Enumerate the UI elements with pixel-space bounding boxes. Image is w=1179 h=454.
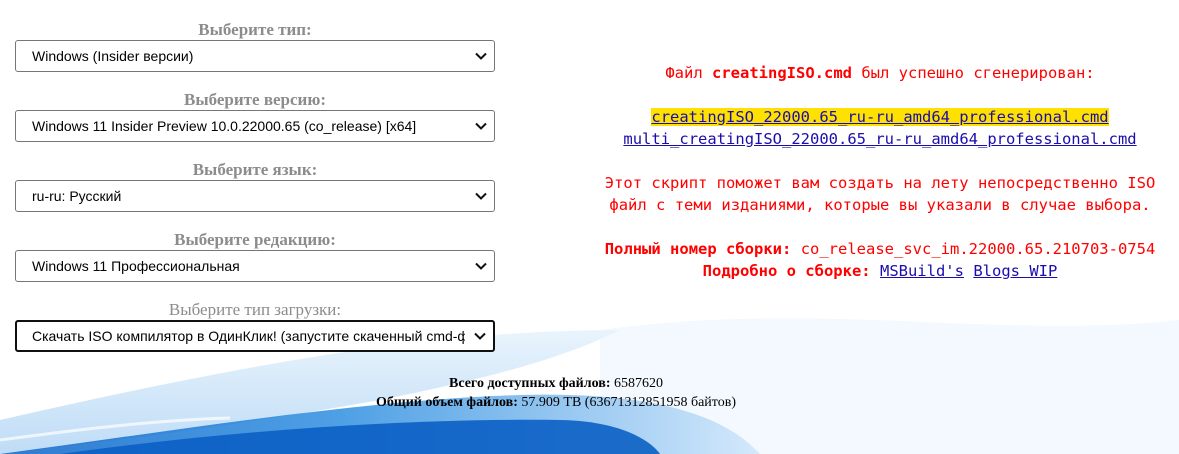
type-select-value: Windows (Insider версии)	[32, 48, 194, 64]
type-label: Выберите тип:	[198, 20, 312, 39]
download-link-multi-cmd[interactable]: multi_creatingISO_22000.65_ru-ru_amd64_p…	[623, 130, 1136, 148]
generated-filename: creatingISO.cmd	[712, 64, 852, 82]
success-message: Файл creatingISO.cmd был успешно сгенери…	[600, 62, 1160, 84]
version-select[interactable]: Windows 11 Insider Preview 10.0.22000.65…	[15, 110, 495, 142]
total-files-label: Всего доступных файлов:	[449, 376, 611, 391]
build-number-value: co_release_svc_im.22000.65.210703-0754	[800, 240, 1156, 258]
stats-block: Всего доступных файлов: 6587620 Общий об…	[200, 374, 912, 412]
result-panel: Файл creatingISO.cmd был успешно сгенери…	[600, 62, 1160, 282]
chevron-down-icon	[474, 332, 486, 340]
build-details-label: Подробно о сборке:	[702, 262, 871, 280]
download-type-select-value: Скачать ISO компилятор в ОдинКлик! (запу…	[32, 328, 465, 344]
chevron-down-icon	[475, 192, 487, 200]
success-prefix: Файл	[665, 64, 713, 82]
version-select-value: Windows 11 Insider Preview 10.0.22000.65…	[32, 118, 417, 134]
chevron-down-icon	[475, 52, 487, 60]
edition-label: Выберите редакцию:	[174, 230, 336, 249]
language-select-value: ru-ru: Русский	[32, 188, 122, 204]
success-suffix: был успешно сгенерирован:	[852, 64, 1095, 82]
msbuild-link[interactable]: MSBuild's	[880, 262, 964, 280]
build-number-label: Полный номер сборки:	[604, 240, 792, 258]
build-number-line: Полный номер сборки: co_release_svc_im.2…	[600, 238, 1160, 260]
script-description: Этот скрипт поможет вам создать на лету …	[604, 174, 1156, 214]
download-type-label: Выберите тип загрузки:	[168, 300, 342, 319]
chevron-down-icon	[475, 262, 487, 270]
edition-select[interactable]: Windows 11 Профессиональная	[15, 250, 495, 282]
language-label: Выберите язык:	[192, 160, 318, 179]
version-label: Выберите версию:	[183, 90, 326, 109]
language-select[interactable]: ru-ru: Русский	[15, 180, 495, 212]
download-type-select[interactable]: Скачать ISO компилятор в ОдинКлик! (запу…	[15, 320, 495, 352]
total-files-line: Всего доступных файлов: 6587620	[200, 374, 912, 393]
download-form: Выберите тип: Windows (Insider версии) В…	[15, 20, 495, 370]
total-size-value: 57.909 TB (63671312851958 байтов)	[521, 395, 736, 410]
type-select[interactable]: Windows (Insider версии)	[15, 40, 495, 72]
total-size-line: Общий объем файлов: 57.909 TB (636713128…	[200, 393, 912, 412]
total-size-label: Общий объем файлов:	[376, 395, 518, 410]
chevron-down-icon	[475, 122, 487, 130]
download-link-cmd[interactable]: creatingISO_22000.65_ru-ru_amd64_profess…	[651, 108, 1109, 126]
build-details-line: Подробно о сборке: MSBuild's Blogs WIP	[600, 260, 1160, 282]
total-files-value: 6587620	[613, 376, 663, 391]
blogs-wip-link[interactable]: Blogs WIP	[973, 262, 1057, 280]
edition-select-value: Windows 11 Профессиональная	[32, 258, 240, 274]
